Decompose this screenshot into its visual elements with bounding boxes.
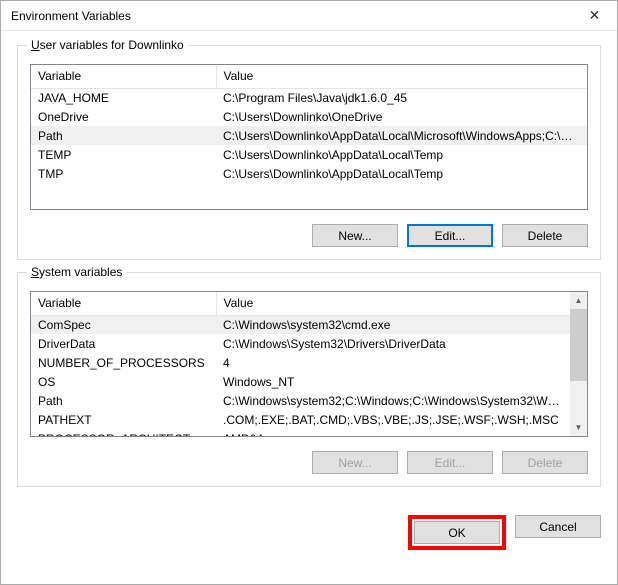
table-row[interactable]: PATHEXT.COM;.EXE;.BAT;.CMD;.VBS;.VBE;.JS…	[31, 410, 570, 429]
cell-value: Windows_NT	[216, 372, 570, 391]
table-row[interactable]: PathC:\Windows\system32;C:\Windows;C:\Wi…	[31, 391, 570, 410]
ok-highlight-box: OK	[408, 515, 506, 550]
table-row[interactable]: JAVA_HOMEC:\Program Files\Java\jdk1.6.0_…	[31, 88, 587, 107]
cell-variable: NUMBER_OF_PROCESSORS	[31, 353, 216, 372]
cell-value: C:\Windows\system32;C:\Windows;C:\Window…	[216, 391, 570, 410]
user-variables-table-container: Variable Value JAVA_HOMEC:\Program Files…	[30, 64, 588, 210]
close-button[interactable]: ✕	[572, 1, 617, 31]
cell-value: C:\Users\Downlinko\AppData\Local\Temp	[216, 164, 587, 183]
system-col-variable[interactable]: Variable	[31, 292, 216, 315]
cell-value: 4	[216, 353, 570, 372]
cell-variable: PROCESSOR_ARCHITECTURE	[31, 429, 216, 436]
table-row[interactable]: NUMBER_OF_PROCESSORS4	[31, 353, 570, 372]
cell-variable: TEMP	[31, 145, 216, 164]
cell-variable: Path	[31, 126, 216, 145]
window-title: Environment Variables	[11, 9, 131, 23]
user-variables-group: User variables for Downlinko Variable Va…	[17, 45, 601, 260]
table-row[interactable]: PROCESSOR_ARCHITECTUREAMD64	[31, 429, 570, 436]
cancel-button[interactable]: Cancel	[515, 515, 601, 538]
system-button-row: New... Edit... Delete	[30, 451, 588, 474]
cell-value: C:\Users\Downlinko\AppData\Local\Microso…	[216, 126, 587, 145]
cell-variable: JAVA_HOME	[31, 88, 216, 107]
table-row[interactable]: TMPC:\Users\Downlinko\AppData\Local\Temp	[31, 164, 587, 183]
table-row[interactable]: OneDriveC:\Users\Downlinko\OneDrive	[31, 107, 587, 126]
user-new-button[interactable]: New...	[312, 224, 398, 247]
cell-value: C:\Windows\System32\Drivers\DriverData	[216, 334, 570, 353]
user-col-value[interactable]: Value	[216, 65, 587, 88]
system-scrollbar[interactable]: ▲ ▼	[570, 292, 587, 436]
system-variables-label: System variables	[27, 265, 126, 279]
cell-variable: PATHEXT	[31, 410, 216, 429]
cell-variable: OS	[31, 372, 216, 391]
ok-button[interactable]: OK	[414, 521, 500, 544]
user-variables-table[interactable]: Variable Value JAVA_HOMEC:\Program Files…	[31, 65, 587, 183]
system-new-button[interactable]: New...	[312, 451, 398, 474]
system-variables-group: System variables Variable Value ComSpecC…	[17, 272, 601, 487]
system-variables-table[interactable]: Variable Value ComSpecC:\Windows\system3…	[31, 292, 570, 436]
system-col-value[interactable]: Value	[216, 292, 570, 315]
cell-value: C:\Windows\system32\cmd.exe	[216, 315, 570, 334]
scroll-up-icon[interactable]: ▲	[570, 292, 587, 309]
dialog-button-row: OK Cancel	[1, 511, 617, 560]
user-col-variable[interactable]: Variable	[31, 65, 216, 88]
table-row[interactable]: PathC:\Users\Downlinko\AppData\Local\Mic…	[31, 126, 587, 145]
scroll-track[interactable]	[570, 309, 587, 419]
system-variables-table-container: Variable Value ComSpecC:\Windows\system3…	[30, 291, 588, 437]
table-row[interactable]: ComSpecC:\Windows\system32\cmd.exe	[31, 315, 570, 334]
system-edit-button[interactable]: Edit...	[407, 451, 493, 474]
cell-variable: TMP	[31, 164, 216, 183]
user-button-row: New... Edit... Delete	[30, 224, 588, 247]
user-delete-button[interactable]: Delete	[502, 224, 588, 247]
close-icon: ✕	[589, 7, 601, 24]
cell-variable: ComSpec	[31, 315, 216, 334]
cell-value: C:\Program Files\Java\jdk1.6.0_45	[216, 88, 587, 107]
cell-value: C:\Users\Downlinko\OneDrive	[216, 107, 587, 126]
table-row[interactable]: OSWindows_NT	[31, 372, 570, 391]
cell-variable: DriverData	[31, 334, 216, 353]
cell-variable: OneDrive	[31, 107, 216, 126]
system-delete-button[interactable]: Delete	[502, 451, 588, 474]
user-variables-label: User variables for Downlinko	[27, 38, 188, 52]
user-edit-button[interactable]: Edit...	[407, 224, 493, 247]
dialog-content: User variables for Downlinko Variable Va…	[1, 31, 617, 511]
table-row[interactable]: DriverDataC:\Windows\System32\Drivers\Dr…	[31, 334, 570, 353]
titlebar: Environment Variables ✕	[1, 1, 617, 31]
table-row[interactable]: TEMPC:\Users\Downlinko\AppData\Local\Tem…	[31, 145, 587, 164]
cell-variable: Path	[31, 391, 216, 410]
cell-value: .COM;.EXE;.BAT;.CMD;.VBS;.VBE;.JS;.JSE;.…	[216, 410, 570, 429]
scroll-down-icon[interactable]: ▼	[570, 419, 587, 436]
scroll-thumb[interactable]	[570, 309, 587, 381]
cell-value: AMD64	[216, 429, 570, 436]
cell-value: C:\Users\Downlinko\AppData\Local\Temp	[216, 145, 587, 164]
